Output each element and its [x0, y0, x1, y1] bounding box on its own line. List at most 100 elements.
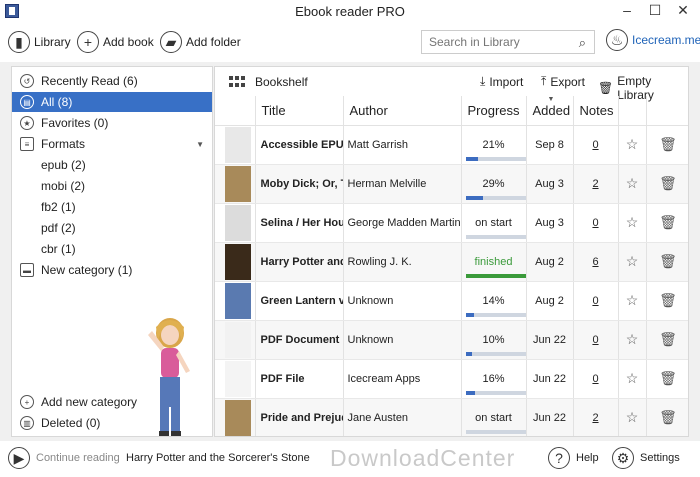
book-title[interactable]: Selina / Her Hour [255, 203, 344, 243]
add-book-button[interactable]: + Add book [77, 28, 154, 56]
favorite-star-icon[interactable]: ☆ [618, 359, 647, 399]
book-notes[interactable]: 2 [573, 398, 619, 436]
minimize-button[interactable]: – [612, 0, 642, 22]
notes-link[interactable]: 6 [592, 256, 598, 268]
book-title[interactable]: Pride and Prejudice [255, 398, 344, 436]
book-notes[interactable]: 0 [573, 281, 619, 321]
notes-link[interactable]: 0 [592, 334, 598, 346]
sidebar-item-all[interactable]: ▤ All (8) [12, 92, 212, 112]
progress-bar-fill [465, 390, 476, 395]
delete-trash-icon[interactable]: 🗑 [646, 281, 688, 321]
search-box: ⌕ [421, 30, 595, 54]
export-button[interactable]: ⤒ Export [541, 74, 585, 89]
table-header: Title Author Progress ▼ Added Notes [215, 96, 688, 126]
favorite-star-icon[interactable]: ☆ [618, 125, 647, 165]
book-cover-cell[interactable] [215, 242, 256, 282]
delete-trash-icon[interactable]: 🗑 [646, 164, 688, 204]
grid-view-icon[interactable] [229, 76, 245, 87]
sidebar-item-formats[interactable]: ≡ Formats ▼ [12, 134, 212, 154]
book-notes[interactable]: 0 [573, 359, 619, 399]
book-cover-cell[interactable] [215, 125, 256, 165]
notes-link[interactable]: 0 [592, 217, 598, 229]
progress-bar-fill [465, 156, 479, 161]
delete-trash-icon[interactable]: 🗑 [646, 242, 688, 282]
table-row[interactable]: Selina / Her Hour George Madden Martin o… [215, 203, 688, 243]
chevron-down-icon[interactable]: ▼ [196, 140, 204, 149]
notes-link[interactable]: 2 [592, 178, 598, 190]
book-title[interactable]: Harry Potter and the Sorcerer's Stone [255, 242, 344, 282]
notes-link[interactable]: 2 [592, 412, 598, 424]
book-notes[interactable]: 0 [573, 320, 619, 360]
sidebar-item-favorites[interactable]: ★ Favorites (0) [12, 113, 212, 133]
book-cover-cell[interactable] [215, 203, 256, 243]
sidebar-item-pdf[interactable]: pdf (2) [12, 218, 212, 238]
table-row[interactable]: PDF Document Unknown 10% Jun 22 0 ☆ 🗑 [215, 320, 688, 360]
author-column-header[interactable]: Author [343, 96, 462, 126]
book-title[interactable]: PDF Document [255, 320, 344, 360]
sidebar-item-mobi[interactable]: mobi (2) [12, 176, 212, 196]
bookshelf-view-button[interactable]: Bookshelf [255, 75, 308, 89]
favorite-star-icon[interactable]: ☆ [618, 203, 647, 243]
search-input[interactable] [422, 31, 562, 53]
notes-column-header[interactable]: Notes [573, 96, 619, 126]
book-notes[interactable]: 6 [573, 242, 619, 282]
table-row[interactable]: Accessible EPUB 3 Matt Garrish 21% Sep 8… [215, 125, 688, 165]
maximize-button[interactable]: ☐ [640, 0, 670, 22]
search-icon[interactable]: ⌕ [579, 35, 586, 51]
book-cover-cell[interactable] [215, 164, 256, 204]
sidebar-item-cbr[interactable]: cbr (1) [12, 239, 212, 259]
table-row[interactable]: Pride and Prejudice Jane Austen on start… [215, 398, 688, 436]
gear-icon: ⚙ [612, 447, 634, 469]
close-button[interactable]: ✕ [668, 0, 698, 22]
table-row[interactable]: Moby Dick; Or, The Whale Herman Melville… [215, 164, 688, 204]
book-title[interactable]: PDF File [255, 359, 344, 399]
delete-trash-icon[interactable]: 🗑 [646, 320, 688, 360]
library-button[interactable]: ▮ Library [8, 28, 71, 56]
book-title[interactable]: Moby Dick; Or, The Whale [255, 164, 344, 204]
title-column-header[interactable]: Title [255, 96, 344, 126]
account-button[interactable]: ♨ Icecream.me [606, 29, 700, 51]
book-title[interactable]: Green Lantern v1 [255, 281, 344, 321]
sidebar-item-recently-read[interactable]: ↺ Recently Read (6) [12, 71, 212, 91]
import-button[interactable]: ⤓ Import [480, 74, 523, 89]
book-title[interactable]: Accessible EPUB 3 [255, 125, 344, 165]
notes-link[interactable]: 0 [592, 373, 598, 385]
book-author: Herman Melville [343, 164, 462, 204]
favorite-star-icon[interactable]: ☆ [618, 320, 647, 360]
sidebar-item-epub[interactable]: epub (2) [12, 155, 212, 175]
delete-trash-icon[interactable]: 🗑 [646, 398, 688, 436]
settings-button[interactable]: ⚙ Settings [612, 447, 680, 469]
sidebar-item-new-category[interactable]: ▬ New category (1) [12, 260, 212, 280]
panel-toolbar: Bookshelf ⤓ Import ⤒ Export 🗑 Empty Libr… [215, 67, 688, 102]
favorite-star-icon[interactable]: ☆ [618, 242, 647, 282]
notes-link[interactable]: 0 [592, 139, 598, 151]
favorite-star-icon[interactable]: ☆ [618, 164, 647, 204]
add-folder-button[interactable]: ▰ Add folder [160, 28, 241, 56]
book-cover-cell[interactable] [215, 398, 256, 436]
progress-column-header[interactable]: Progress [461, 96, 527, 126]
sidebar-item-label: fb2 (1) [41, 200, 76, 214]
sidebar-item-fb2[interactable]: fb2 (1) [12, 197, 212, 217]
help-button[interactable]: ? Help [548, 447, 599, 469]
trash-icon: ▥ [20, 416, 34, 430]
book-notes[interactable]: 0 [573, 203, 619, 243]
table-row[interactable]: Green Lantern v1 Unknown 14% Aug 2 0 ☆ 🗑 [215, 281, 688, 321]
delete-trash-icon[interactable]: 🗑 [646, 203, 688, 243]
table-row[interactable]: PDF File Icecream Apps 16% Jun 22 0 ☆ 🗑 [215, 359, 688, 399]
delete-trash-icon[interactable]: 🗑 [646, 359, 688, 399]
delete-trash-icon[interactable]: 🗑 [646, 125, 688, 165]
notes-link[interactable]: 0 [592, 295, 598, 307]
added-column-header[interactable]: ▼ Added [526, 96, 574, 126]
book-cover-cell[interactable] [215, 320, 256, 360]
add-new-category-button[interactable]: + Add new category [12, 392, 212, 412]
table-row[interactable]: Harry Potter and the Sorcerer's Stone Ro… [215, 242, 688, 282]
book-added-date: Jun 22 [526, 320, 574, 360]
book-cover-cell[interactable] [215, 359, 256, 399]
favorite-star-icon[interactable]: ☆ [618, 281, 647, 321]
book-notes[interactable]: 0 [573, 125, 619, 165]
sidebar-item-deleted[interactable]: ▥ Deleted (0) [12, 413, 212, 433]
book-notes[interactable]: 2 [573, 164, 619, 204]
favorite-star-icon[interactable]: ☆ [618, 398, 647, 436]
continue-reading-button[interactable]: ▶ Continue reading [8, 447, 120, 469]
book-cover-cell[interactable] [215, 281, 256, 321]
